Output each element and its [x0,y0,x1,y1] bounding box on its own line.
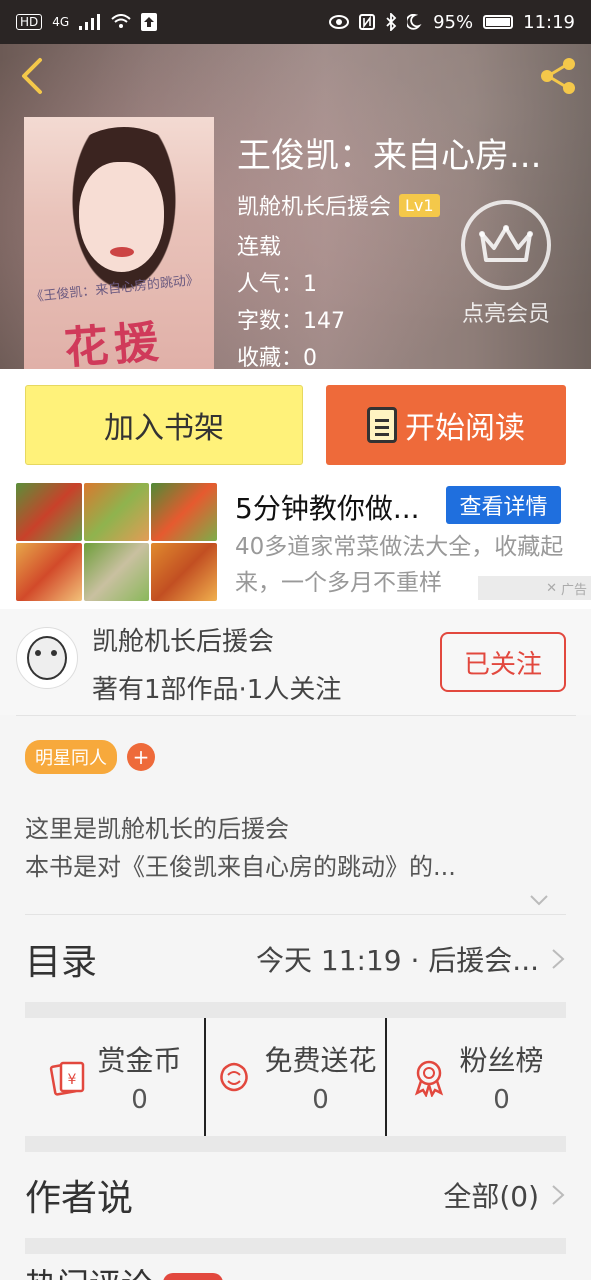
chevron-down-icon[interactable] [527,890,551,910]
author-card[interactable]: 凯舱机长后援会 著有1部作品·1人关注 已关注 [0,609,591,715]
hot-badge [163,1273,224,1280]
stat-name: 粉丝榜 [459,1044,544,1077]
hot-comments-label: 热门评论 [25,1260,153,1280]
ad-close-icon[interactable]: ✕ [546,581,557,596]
battery-percent: 95% [433,11,474,33]
bluetooth-icon [386,13,397,31]
add-to-shelf-button[interactable]: 加入书架 [25,385,303,465]
ad-tag: ✕ 广告 [478,576,591,600]
back-icon[interactable] [14,56,54,96]
book-author[interactable]: 凯舱机长后援会 [237,189,391,221]
follow-button[interactable]: 已关注 [440,632,566,692]
eye-icon [329,15,350,29]
flower-icon [220,1062,249,1092]
free-flower-button[interactable]: 免费送花 0 [204,1018,385,1136]
chevron-right-icon [552,949,565,969]
table-of-contents-row[interactable]: 目录 今天 11:19 · 后援会... [25,916,565,1002]
action-bar: 加入书架 开始阅读 [0,369,591,481]
add-tag-icon[interactable]: + [127,743,155,771]
nfc-icon [359,14,376,30]
description-line: 本书是对《王俊凯来自心房的跳动》的... [25,853,456,881]
signal-bars-icon [79,14,101,30]
reward-coins-button[interactable]: ¥ 赏金币 0 [25,1018,204,1136]
chevron-right-icon [552,1185,565,1205]
author-says-row[interactable]: 作者说 全部(0) [25,1152,565,1238]
hot-comments-header: 热门评论 [25,1266,325,1280]
book-description[interactable]: 这里是凯舱机长的后援会 本书是对《王俊凯来自心房的跳动》的... [25,810,565,886]
reward-stats: ¥ 赏金币 0 免费送花 0 粉丝榜 0 [25,1018,566,1136]
ad-details-button[interactable]: 查看详情 [446,486,561,524]
toc-latest: 今天 11:19 · 后援会... [256,944,539,977]
ad-image [16,483,217,601]
book-header: HD 4G 95% 11:19 《王俊凯：来自心房的跳动》 花援 王俊凯：来自心… [0,0,591,369]
start-reading-button[interactable]: 开始阅读 [326,385,566,465]
battery-icon [483,15,514,29]
toc-label: 目录 [25,942,98,983]
description-line: 这里是凯舱机长的后援会 [25,815,289,843]
section-separator [25,1002,566,1018]
book-cover[interactable]: 《王俊凯：来自心房的跳动》 花援 [24,117,214,369]
upload-icon [141,13,158,31]
network-badge: HD [16,14,43,30]
book-favorites: 收藏：0 [237,346,317,369]
status-bar: HD 4G 95% 11:19 [0,0,591,44]
vip-label: 点亮会员 [461,302,550,327]
signal-icon: 4G [52,15,70,29]
author-name: 凯舱机长后援会 [92,627,275,657]
cover-big-text: 花援 [62,316,166,369]
tag-list: 明星同人 + [25,740,155,774]
red-envelope-icon: ¥ [50,1061,85,1096]
section-separator [25,1238,566,1254]
book-icon [367,407,397,443]
stat-value: 0 [493,1085,510,1115]
stat-name: 免费送花 [264,1044,377,1077]
wifi-icon [111,14,131,28]
divider [16,715,576,716]
ad-title: 5分钟教你做... [235,492,420,525]
clock: 11:19 [523,11,575,33]
stat-value: 0 [131,1085,148,1115]
vip-button[interactable]: 点亮会员 [456,200,556,328]
avatar[interactable] [16,627,78,689]
tag-item[interactable]: 明星同人 [25,740,117,774]
svg-text:¥: ¥ [68,1072,77,1088]
level-badge: Lv1 [399,193,440,217]
crown-icon [461,200,551,290]
stat-value: 0 [312,1085,329,1115]
section-separator [25,1136,566,1152]
divider [25,914,566,915]
moon-icon [407,14,422,30]
author-says-count: 全部(0) [443,1180,539,1213]
start-reading-label: 开始阅读 [405,411,525,446]
author-stats: 著有1部作品·1人关注 [92,675,342,705]
cover-lips [110,247,134,257]
author-says-label: 作者说 [25,1178,134,1219]
stat-name: 赏金币 [97,1044,182,1077]
book-title: 王俊凯：来自心房... [237,136,542,176]
medal-icon [415,1060,444,1097]
share-icon[interactable] [536,54,580,98]
fan-rank-button[interactable]: 粉丝榜 0 [385,1018,566,1136]
ad-tag-label: 广告 [560,582,587,598]
